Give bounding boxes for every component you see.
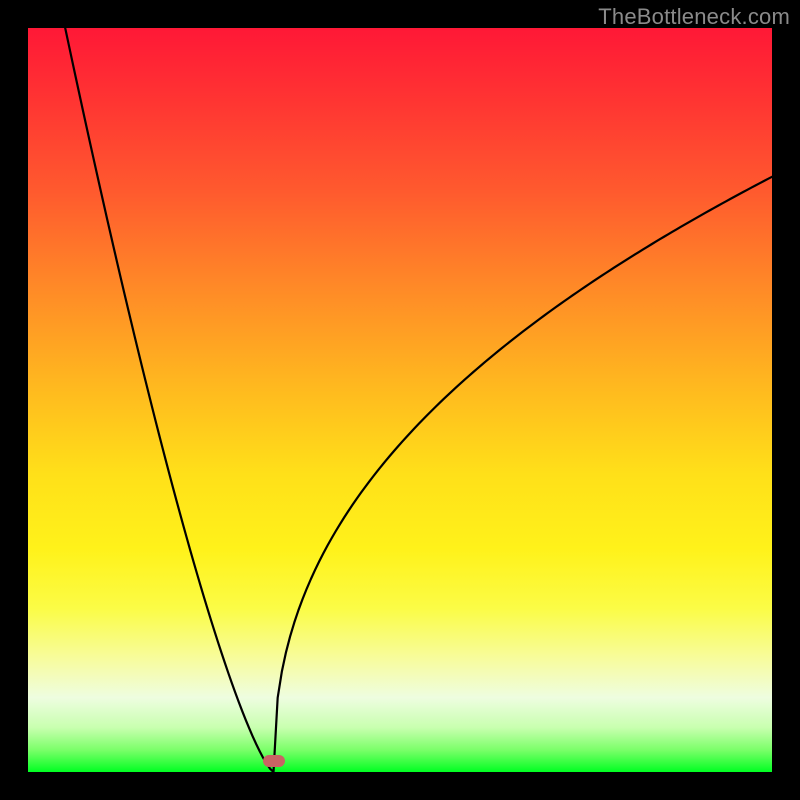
watermark-text: TheBottleneck.com [598,4,790,30]
optimal-marker [263,755,285,767]
bottleneck-curve [28,28,772,772]
plot-area [28,28,772,772]
chart-frame: TheBottleneck.com [0,0,800,800]
